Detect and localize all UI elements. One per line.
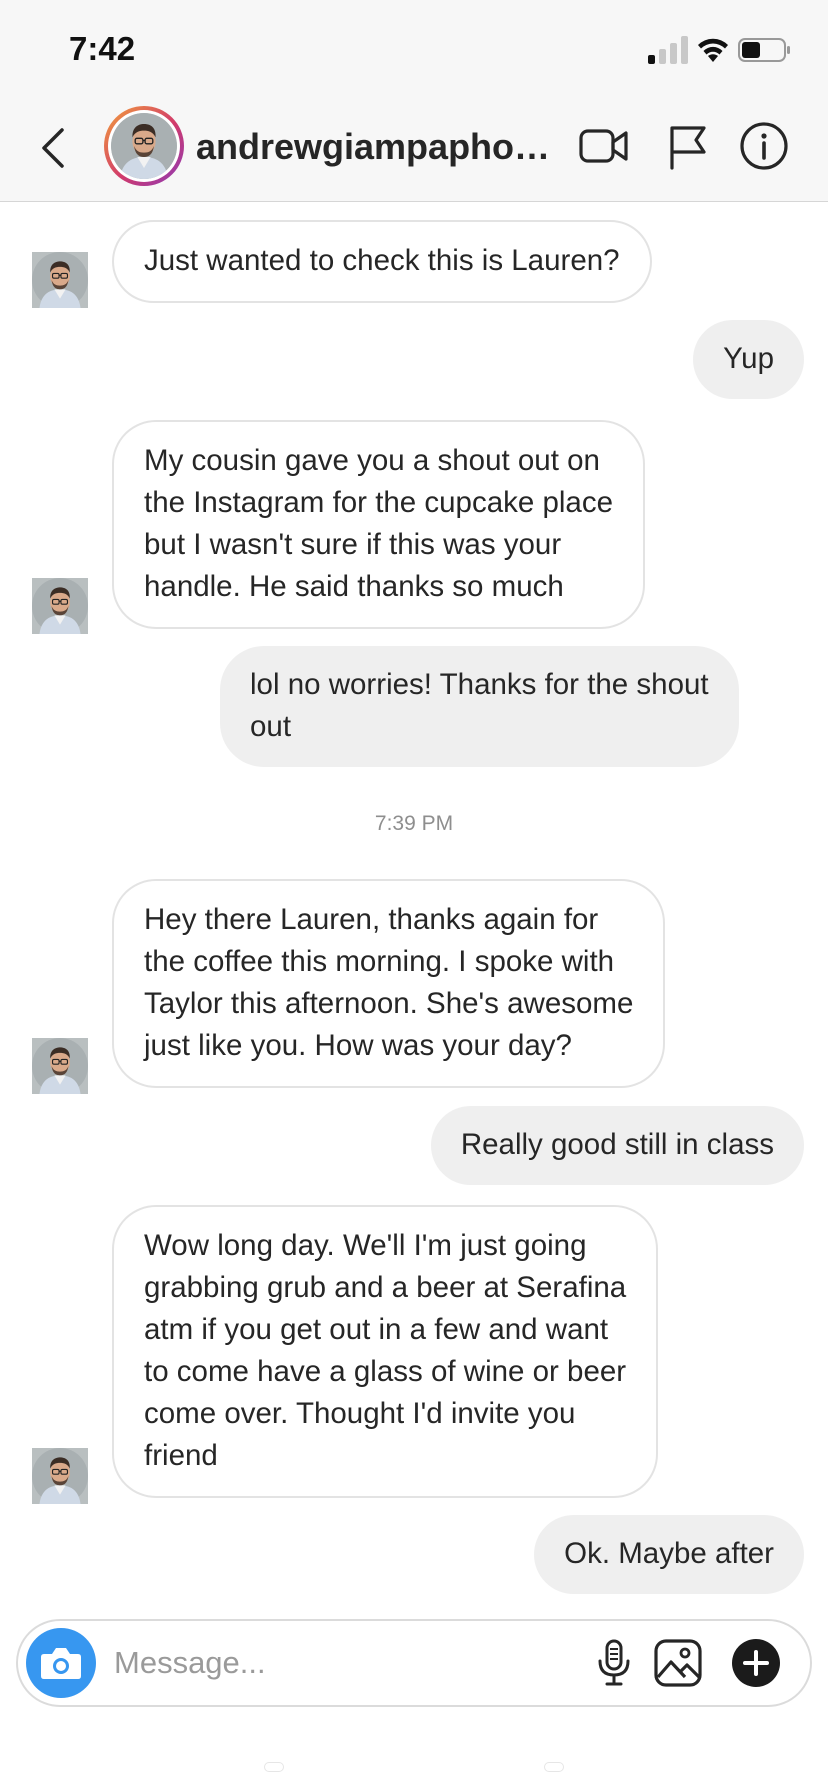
message-bubble-outgoing[interactable]: Ok. Maybe after <box>534 1515 804 1594</box>
info-icon[interactable] <box>738 120 790 172</box>
avatar[interactable] <box>32 252 88 308</box>
home-indicator-left <box>264 1762 284 1772</box>
message-text: Yup <box>723 342 774 375</box>
avatar[interactable] <box>32 578 88 634</box>
message-text: Wow long day. We'll I'm just going <box>144 1229 587 1262</box>
message-bubble-outgoing[interactable]: Really good still in class <box>430 1106 804 1185</box>
message-text: Just wanted to check this is Lauren? <box>144 244 620 277</box>
cellular-signal-icon <box>648 36 688 64</box>
message-bubble-incoming[interactable]: My cousin gave you a shout out on the In… <box>112 420 645 629</box>
message-text: the Instagram for the cupcake place <box>144 486 613 519</box>
message-text: handle. He said thanks so much <box>144 570 564 603</box>
video-camera-icon[interactable] <box>578 120 630 172</box>
avatar[interactable] <box>32 1038 88 1094</box>
message-bubble-incoming[interactable]: Hey there Lauren, thanks again for the c… <box>112 879 666 1088</box>
status-icons <box>648 36 798 64</box>
message-text: lol no worries! Thanks for the shout <box>250 668 709 701</box>
flag-icon[interactable] <box>662 120 714 172</box>
microphone-icon[interactable] <box>588 1637 640 1689</box>
message-bubble-outgoing[interactable]: Yup <box>693 320 804 399</box>
message-text: to come have a glass of wine or beer <box>144 1355 627 1388</box>
chevron-left-icon[interactable] <box>38 126 68 170</box>
message-bubble-incoming[interactable]: Just wanted to check this is Lauren? <box>112 220 652 303</box>
image-gallery-icon[interactable] <box>652 1637 704 1689</box>
battery-icon <box>738 38 790 62</box>
message-text: just like you. How was your day? <box>144 1029 572 1062</box>
message-text: Hey there Lauren, thanks again for <box>144 903 599 936</box>
message-text: Really good still in class <box>460 1128 774 1161</box>
message-text: come over. Thought I'd invite you <box>144 1397 576 1430</box>
message-bubble-incoming[interactable]: Wow long day. We'll I'm just going grabb… <box>112 1205 659 1498</box>
status-time: 7:42 <box>69 30 136 67</box>
timestamp: 7:39 PM <box>374 812 454 835</box>
chat-header: andrewgiampaphoto... <box>0 96 828 202</box>
message-text: Taylor this afternoon. She's awesome <box>144 987 634 1020</box>
message-input[interactable] <box>112 1637 492 1689</box>
message-text: grabbing grub and a beer at Serafina <box>144 1271 627 1304</box>
wifi-icon <box>698 38 728 62</box>
message-text: Ok. Maybe after <box>564 1537 774 1570</box>
message-text: out <box>250 710 292 743</box>
message-text: the coffee this morning. I spoke with <box>144 945 615 978</box>
profile-photo <box>111 113 177 179</box>
message-bubble-outgoing[interactable]: lol no worries! Thanks for the shout out <box>220 646 739 767</box>
message-text: atm if you get out in a few and want <box>144 1313 609 1346</box>
message-composer <box>16 1619 812 1707</box>
chat-username[interactable]: andrewgiampaphoto... <box>196 126 558 168</box>
avatar[interactable] <box>104 106 184 186</box>
camera-button[interactable] <box>26 1628 96 1698</box>
camera-icon <box>41 1648 81 1679</box>
message-text: but I wasn't sure if this was your <box>144 528 562 561</box>
message-text: friend <box>144 1439 218 1472</box>
avatar[interactable] <box>32 1448 88 1504</box>
message-text: My cousin gave you a shout out on <box>144 444 600 477</box>
plus-icon <box>743 1650 769 1676</box>
plus-button[interactable] <box>732 1639 780 1687</box>
home-indicator-right <box>544 1762 564 1772</box>
status-bar: 7:42 <box>0 0 828 96</box>
